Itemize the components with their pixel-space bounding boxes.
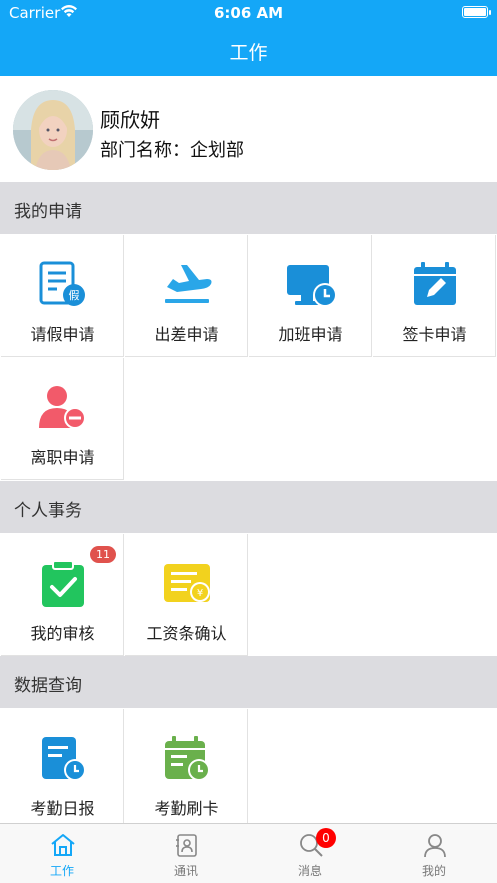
tile-label: 签卡申请 [402, 325, 467, 344]
leave-form-icon: 假 [39, 261, 85, 306]
tile-label: 出差申请 [154, 325, 219, 344]
department-value: 企划部 [190, 140, 244, 161]
tile-label: 加班申请 [278, 325, 343, 344]
person-icon [424, 834, 446, 858]
tile-label: 离职申请 [30, 448, 95, 467]
tab-contacts[interactable]: 通讯 [124, 824, 248, 883]
status-time: 6:06 AM [213, 4, 284, 22]
tile-business-trip[interactable]: 出差申请 [125, 235, 248, 357]
department-line: 部门名称：企划部 [100, 136, 244, 162]
personal-affairs-grid: 11 我的审核 ¥ 工资条确认 [0, 533, 497, 657]
tab-work[interactable]: 工作 [0, 824, 124, 883]
tile-my-review[interactable]: 11 我的审核 [1, 534, 124, 656]
status-bar: Carrier 6:06 AM [0, 0, 497, 26]
page-title: 工作 [229, 42, 268, 64]
tab-me[interactable]: 我的 [372, 824, 496, 883]
calendar-clock-icon [165, 736, 210, 781]
tile-salary-confirm[interactable]: ¥ 工资条确认 [125, 534, 248, 656]
salary-slip-icon: ¥ [164, 564, 210, 602]
avatar-image [13, 90, 93, 170]
section-header-my-applications: 我的申请 [0, 182, 497, 234]
department-label: 部门名称： [100, 140, 190, 161]
messages-badge: 0 [316, 828, 336, 848]
calendar-edit-icon [414, 262, 456, 305]
avatar[interactable] [13, 90, 93, 170]
section-title: 个人事务 [14, 501, 82, 521]
profile-card[interactable]: 顾欣妍 部门名称：企划部 [0, 76, 497, 182]
contacts-icon [176, 834, 197, 857]
tile-label: 工资条确认 [146, 624, 227, 643]
tile-overtime[interactable]: 加班申请 [249, 235, 372, 357]
monitor-clock-icon [287, 265, 337, 307]
home-icon [51, 834, 75, 856]
tile-card-sign[interactable]: 签卡申请 [373, 235, 496, 357]
svg-text:假: 假 [69, 288, 80, 302]
tab-messages[interactable]: 消息 [248, 824, 372, 883]
tile-label: 请假申请 [30, 325, 95, 344]
airplane-icon [165, 265, 212, 303]
tile-attendance-swipe[interactable]: 考勤刷卡 [125, 709, 248, 823]
tile-resignation[interactable]: 离职申请 [1, 358, 124, 480]
tile-leave-request[interactable]: 假 请假申请 [1, 235, 124, 357]
section-title: 我的申请 [14, 202, 82, 222]
user-name: 顾欣妍 [100, 108, 160, 132]
data-query-grid: 考勤日报 考勤刷卡 [0, 708, 497, 823]
tab-label: 通讯 [173, 864, 198, 878]
tile-label: 考勤日报 [30, 799, 95, 818]
report-clock-icon [42, 737, 86, 781]
svg-text:¥: ¥ [197, 588, 203, 599]
tile-attendance-daily[interactable]: 考勤日报 [1, 709, 124, 823]
tab-bar: 工作 通讯 消息 0 我的 [0, 823, 497, 883]
section-header-data-query: 数据查询 [0, 656, 497, 708]
tile-label: 我的审核 [30, 624, 95, 643]
battery-icon [462, 6, 488, 18]
tile-label: 考勤刷卡 [154, 799, 219, 818]
tab-label: 我的 [421, 864, 446, 878]
tab-label: 消息 [297, 864, 322, 878]
tab-label: 工作 [49, 864, 74, 878]
nav-bar: 工作 [0, 26, 497, 76]
section-header-personal-affairs: 个人事务 [0, 481, 497, 533]
user-remove-icon [39, 386, 86, 429]
clipboard-check-icon [42, 560, 84, 607]
applications-grid: 假 请假申请 出差申请 加班申请 签卡申请 离职申请 [0, 234, 497, 481]
review-count-badge: 11 [90, 546, 116, 563]
battery-nub [489, 10, 491, 15]
section-title: 数据查询 [14, 676, 82, 696]
